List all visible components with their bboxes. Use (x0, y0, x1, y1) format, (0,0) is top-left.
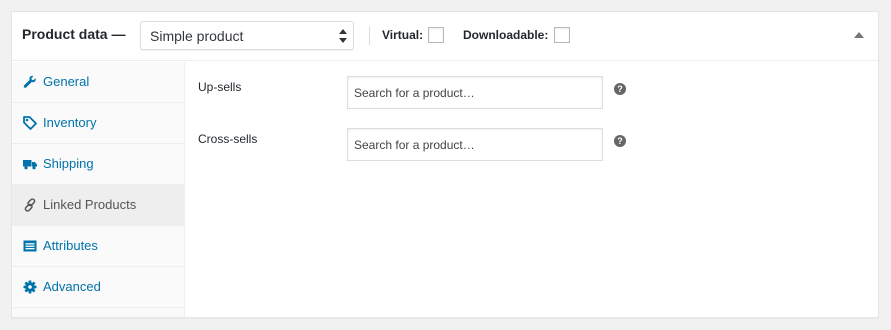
tab-label-shipping: Shipping (43, 156, 94, 171)
crosssells-help-icon[interactable]: ? (614, 135, 626, 147)
tab-shipping[interactable]: Shipping (12, 144, 184, 185)
select-arrows-icon (339, 29, 347, 43)
downloadable-label: Downloadable: (463, 28, 549, 42)
linked-products-panel: Up-sells Search for a product… ? Cross-s… (186, 62, 878, 317)
crosssells-placeholder: Search for a product… (354, 138, 475, 152)
tab-attributes[interactable]: Attributes (12, 226, 184, 267)
virtual-checkbox[interactable] (428, 27, 444, 43)
tag-icon (23, 116, 37, 130)
tab-inventory[interactable]: Inventory (12, 103, 184, 144)
product-type-value: Simple product (150, 28, 244, 44)
upsells-help-icon[interactable]: ? (614, 83, 626, 95)
crosssells-label: Cross-sells (198, 132, 258, 146)
tab-label-advanced: Advanced (43, 279, 101, 294)
tab-label-general: General (43, 74, 90, 89)
truck-icon (23, 160, 37, 170)
tab-label-attributes: Attributes (43, 238, 98, 253)
product-data-metabox: Product data — Simple product Virtual: D… (11, 11, 879, 318)
collapse-toggle-icon[interactable] (854, 31, 864, 39)
product-data-tabs: General Inventory Shipping Linked Produc… (12, 62, 185, 317)
tab-linked-products[interactable]: Linked Products (12, 185, 184, 226)
metabox-title: Product data — (22, 26, 126, 42)
tab-label-inventory: Inventory (43, 115, 97, 130)
tab-label-linked-products: Linked Products (43, 197, 137, 212)
virtual-label: Virtual: (382, 28, 424, 42)
list-icon (23, 240, 37, 252)
upsells-label: Up-sells (198, 80, 242, 94)
downloadable-checkbox[interactable] (554, 27, 570, 43)
wrench-icon (23, 75, 36, 88)
tab-general[interactable]: General (12, 62, 184, 103)
crosssells-search-input[interactable]: Search for a product… (347, 128, 603, 161)
link-icon (24, 198, 36, 212)
upsells-placeholder: Search for a product… (354, 86, 475, 100)
product-type-select[interactable]: Simple product (140, 21, 354, 50)
metabox-header: Product data — Simple product Virtual: D… (12, 12, 878, 61)
tab-advanced[interactable]: Advanced (12, 267, 184, 308)
header-divider (369, 26, 370, 45)
upsells-search-input[interactable]: Search for a product… (347, 76, 603, 109)
gear-icon (23, 280, 37, 294)
